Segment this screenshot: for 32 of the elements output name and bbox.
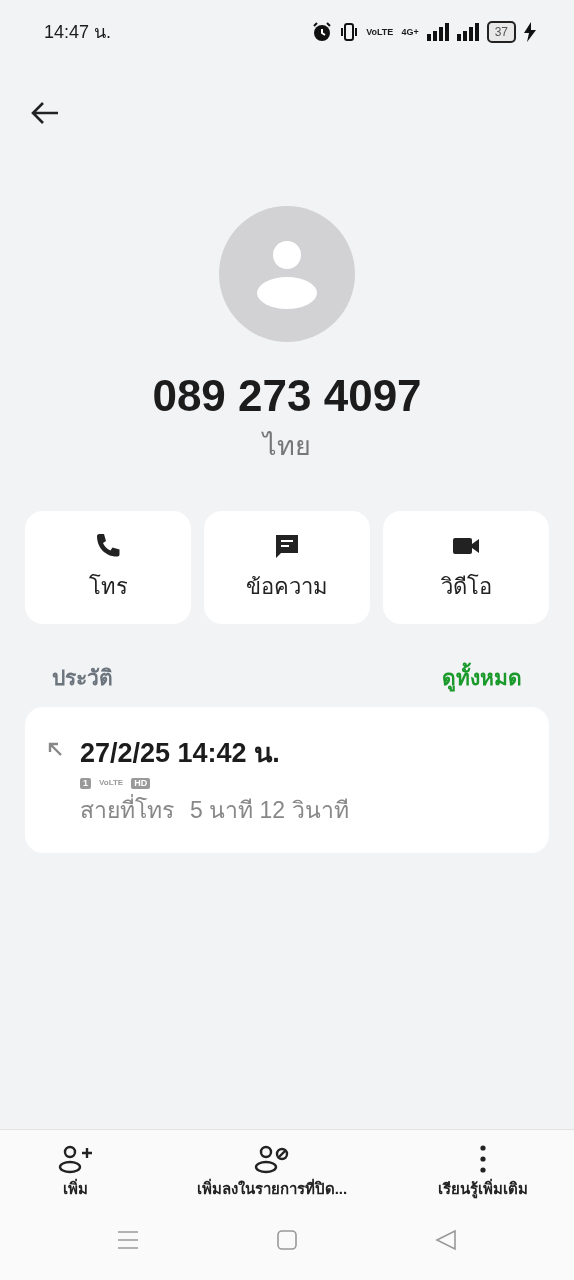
signal-icon [456,23,479,41]
call-date-time: 27/2/25 14:42 น. [80,737,281,771]
volte-indicator: VoLTE [366,27,394,37]
vibrate-icon [340,22,359,42]
charging-icon [524,22,536,42]
call-entry-card[interactable]: 27/2/25 14:42 น. 1 VoLTE HD สายที่โทร 5 นาที 12 วินาที [25,707,549,854]
block-button[interactable]: เพิ่มลงในรายการที่ปิด... [151,1129,393,1200]
signal-icon [426,23,449,41]
add-button[interactable]: เพิ่ม [0,1129,152,1200]
volte-label: VoLTE [99,779,124,788]
call-duration: 5 นาที 12 วินาที [190,795,349,825]
sim-badge: 1 [80,777,91,789]
add-contact-icon [57,1143,94,1174]
call-type: สายที่โทร [80,793,174,825]
more-button[interactable]: เรียนรู้เพิ่มเติม [392,1129,574,1200]
phone-number: 089 273 4097 [151,372,423,421]
more-options-icon [480,1143,487,1174]
message-button[interactable]: ข้อความ [204,510,370,624]
hd-badge: HD [131,777,151,789]
back-nav-button[interactable] [435,1229,458,1251]
block-contact-icon [253,1143,290,1174]
home-button[interactable] [276,1229,298,1251]
location-label: ไทย [260,430,312,464]
status-time: 14:47 น. [44,20,112,44]
call-button[interactable]: โทร [25,510,191,624]
phone-icon [94,531,122,560]
network-type: 4G+ [401,27,419,37]
video-button[interactable]: วิดีโอ [383,510,549,624]
recent-apps-button[interactable] [116,1230,139,1250]
section-title: ประวัติ [52,664,113,691]
alarm-icon [312,22,333,42]
battery-level: 37 [486,21,516,43]
